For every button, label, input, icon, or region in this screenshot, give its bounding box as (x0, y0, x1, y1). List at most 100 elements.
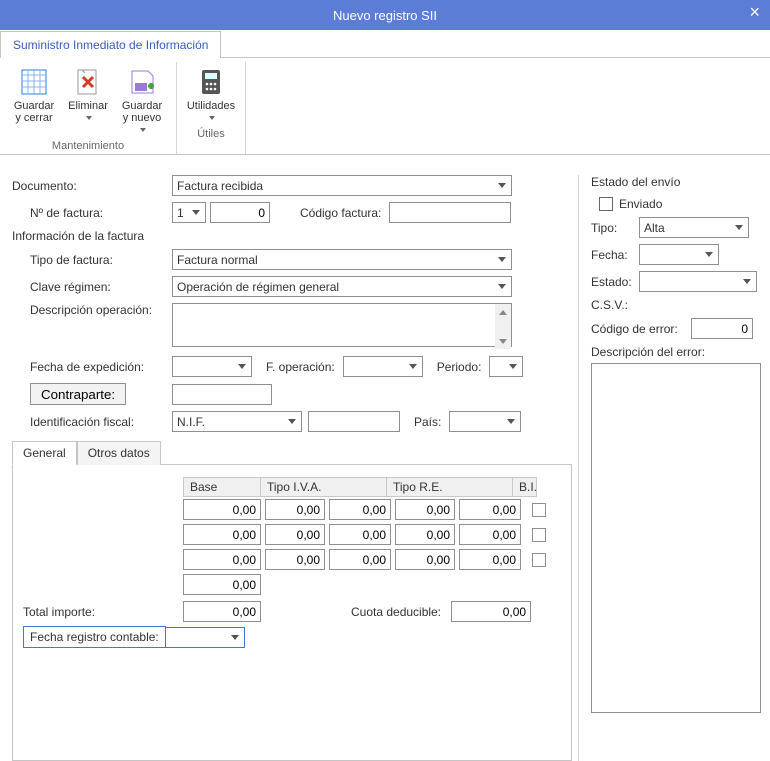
combo-text: 1 (177, 206, 189, 220)
codigo-factura-label: Código factura: (300, 206, 381, 220)
ribbon-group-utiles: Utilidades Útiles (177, 62, 246, 154)
btn-label-l1: Utilidades (187, 100, 235, 112)
chevron-down-icon (406, 364, 420, 369)
total-importe-input[interactable] (183, 601, 261, 622)
cuota-deducible-label: Cuota deducible: (351, 605, 441, 619)
tipo-factura-label: Tipo de factura: (30, 253, 172, 267)
ident-fiscal-label: Identificación fiscal: (30, 415, 172, 429)
fecha-exp-label: Fecha de expedición: (30, 360, 172, 374)
desc-error-textarea[interactable] (591, 363, 761, 713)
utilidades-button[interactable]: Utilidades (185, 64, 237, 126)
table-row (183, 549, 561, 570)
combo-text: Operación de régimen general (177, 280, 495, 294)
n-factura-num-input[interactable] (210, 202, 270, 223)
ribbon-tab-sii[interactable]: Suministro Inmediato de Información (0, 31, 221, 58)
re-pct-input[interactable] (395, 499, 455, 520)
tipo-factura-combo[interactable]: Factura normal (172, 249, 512, 270)
ribbon: Guardar y cerrar Eliminar Guardar y nuev… (0, 58, 770, 155)
codigo-factura-input[interactable] (389, 202, 511, 223)
ribbon-group-label: Mantenimiento (52, 140, 124, 152)
ribbon-tabs: Suministro Inmediato de Información (0, 30, 770, 58)
pais-label: País: (414, 415, 441, 429)
envio-fecha-label: Fecha: (591, 248, 639, 262)
clave-regimen-combo[interactable]: Operación de régimen general (172, 276, 512, 297)
base-input[interactable] (183, 499, 261, 520)
clave-regimen-label: Clave régimen: (30, 280, 172, 294)
periodo-combo[interactable] (489, 356, 523, 377)
btn-caret (84, 112, 92, 124)
save-close-icon (18, 66, 50, 98)
scroll-up-icon[interactable] (495, 304, 511, 320)
chevron-down-icon (495, 257, 509, 262)
envio-tipo-label: Tipo: (591, 221, 639, 235)
bi-checkbox[interactable] (532, 553, 546, 567)
desc-operacion-label: Descripción operación: (30, 303, 172, 317)
envio-estado-combo[interactable] (639, 271, 757, 292)
guardar-cerrar-button[interactable]: Guardar y cerrar (8, 64, 60, 138)
col-head-bi: B.I. (513, 477, 537, 497)
tab-otros-datos[interactable]: Otros datos (77, 441, 161, 465)
contraparte-input[interactable] (172, 384, 272, 405)
cuota-deducible-input[interactable] (451, 601, 531, 622)
base-input[interactable] (183, 549, 261, 570)
re-pct-input[interactable] (395, 549, 455, 570)
fecha-registro-combo[interactable] (165, 627, 245, 648)
f-operacion-combo[interactable] (343, 356, 423, 377)
scroll-down-icon[interactable] (495, 333, 511, 349)
pais-combo[interactable] (449, 411, 521, 432)
bi-checkbox[interactable] (532, 528, 546, 542)
iva-cuota-input[interactable] (329, 549, 391, 570)
envio-tipo-combo[interactable]: Alta (639, 217, 749, 238)
n-factura-serie-combo[interactable]: 1 (172, 202, 206, 223)
btn-label-l1: Eliminar (68, 100, 108, 112)
ribbon-group-label: Útiles (197, 128, 225, 140)
iva-pct-input[interactable] (265, 549, 325, 570)
combo-text: Alta (644, 221, 732, 235)
n-factura-label: Nº de factura: (30, 206, 172, 220)
envio-estado-label: Estado: (591, 275, 639, 289)
chevron-down-icon (207, 112, 215, 124)
enviado-checkbox[interactable] (599, 197, 613, 211)
col-head-base: Base (183, 477, 261, 497)
desc-operacion-textarea[interactable] (172, 303, 512, 347)
envio-title: Estado del envío (591, 175, 758, 189)
col-head-tipo-iva: Tipo I.V.A. (261, 477, 387, 497)
eliminar-button[interactable]: Eliminar (62, 64, 114, 138)
periodo-label: Periodo: (437, 360, 482, 374)
subtotal-input[interactable] (183, 574, 261, 595)
iva-pct-input[interactable] (265, 499, 325, 520)
bi-checkbox[interactable] (532, 503, 546, 517)
documento-combo[interactable]: Factura recibida (172, 175, 512, 196)
combo-text: N.I.F. (177, 415, 285, 429)
codigo-error-input[interactable] (691, 318, 753, 339)
re-cuota-input[interactable] (459, 524, 521, 545)
ident-fiscal-input[interactable] (308, 411, 400, 432)
table-row (183, 524, 561, 545)
combo-text: Factura recibida (177, 179, 495, 193)
guardar-nuevo-button[interactable]: Guardar y nuevo (116, 64, 168, 138)
tab-general[interactable]: General (12, 441, 77, 465)
envio-fecha-combo[interactable] (639, 244, 719, 265)
re-pct-input[interactable] (395, 524, 455, 545)
col-head-tipo-re: Tipo R.E. (387, 477, 513, 497)
re-cuota-input[interactable] (459, 499, 521, 520)
iva-cuota-input[interactable] (329, 524, 391, 545)
chevron-down-icon (740, 279, 754, 284)
chevron-down-icon (702, 252, 716, 257)
base-input[interactable] (183, 524, 261, 545)
desc-error-label: Descripción del error: (591, 345, 705, 359)
iva-cuota-input[interactable] (329, 499, 391, 520)
chevron-down-icon (235, 364, 249, 369)
chevron-down-icon (495, 183, 509, 188)
chevron-down-icon (732, 225, 746, 230)
tabs: General Otros datos (12, 440, 572, 465)
close-icon[interactable]: × (749, 2, 760, 23)
iva-pct-input[interactable] (265, 524, 325, 545)
scrollbar[interactable] (495, 304, 511, 349)
tab-panel-general: Base Tipo I.V.A. Tipo R.E. B.I. (12, 465, 572, 761)
contraparte-button[interactable]: Contraparte: (30, 383, 126, 405)
re-cuota-input[interactable] (459, 549, 521, 570)
iva-grid: Base Tipo I.V.A. Tipo R.E. B.I. (23, 477, 561, 595)
fecha-exp-combo[interactable] (172, 356, 252, 377)
ident-fiscal-type-combo[interactable]: N.I.F. (172, 411, 302, 432)
